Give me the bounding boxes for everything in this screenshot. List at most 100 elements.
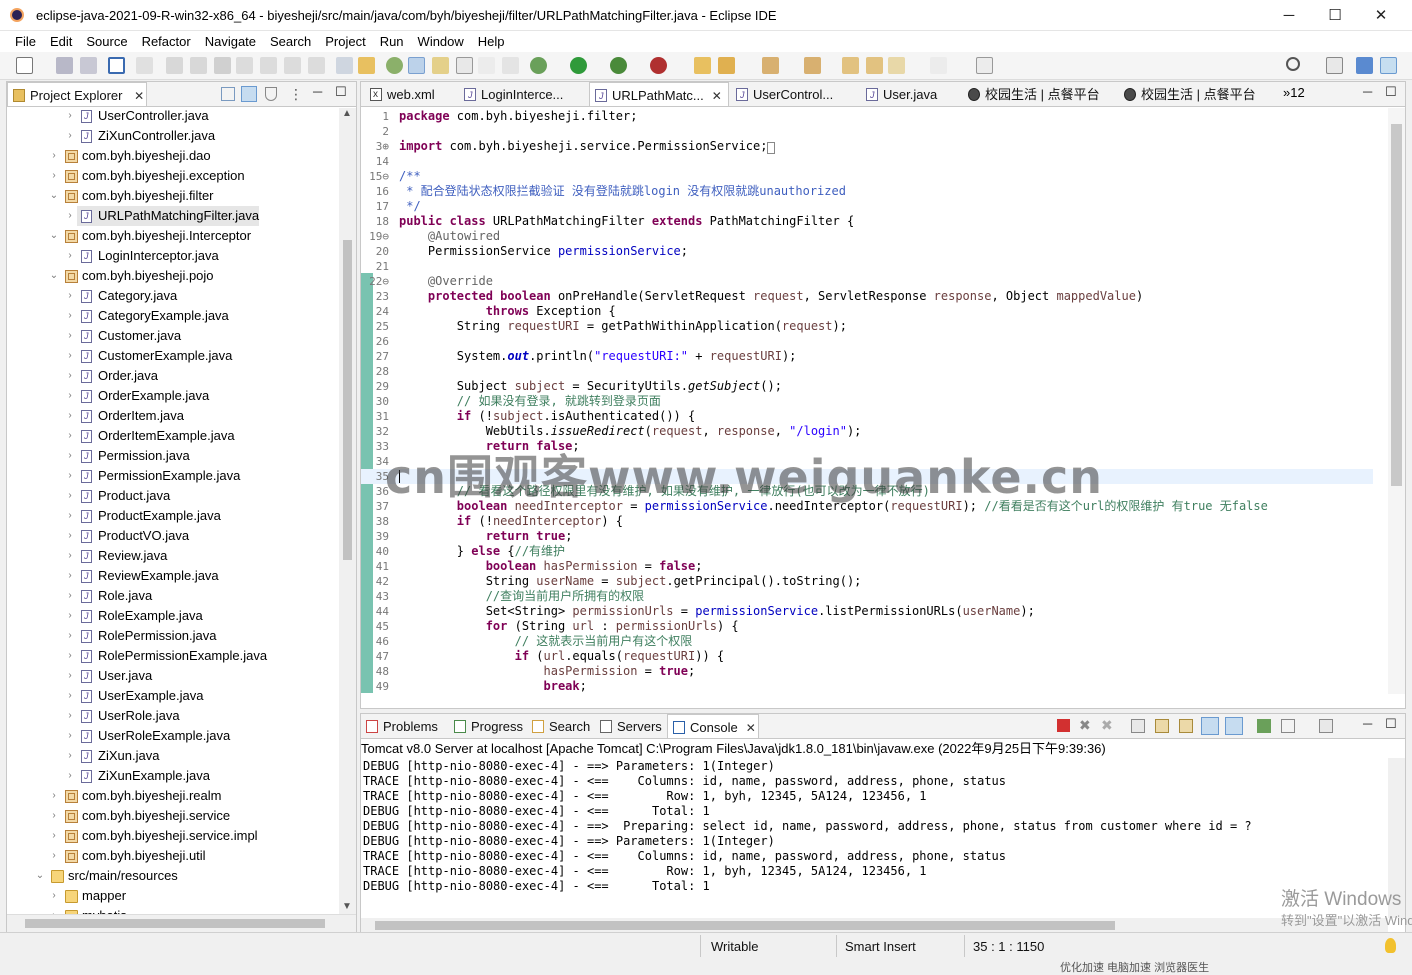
remove-launch-icon[interactable]: ✖ (1079, 717, 1091, 734)
collapse-arrow-icon[interactable]: › (65, 766, 75, 786)
step-return-icon[interactable] (308, 57, 325, 74)
explorer-vscrollbar[interactable]: ▲ ▼ (339, 108, 356, 914)
code-line[interactable]: 42 String userName = subject.getPrincipa… (361, 574, 1373, 589)
more-tabs-button[interactable]: »12 (1283, 85, 1305, 100)
menu-run[interactable]: Run (373, 32, 411, 51)
code-line[interactable]: 21 (361, 259, 1373, 274)
code-line[interactable]: 41 boolean hasPermission = false; (361, 559, 1373, 574)
menu-source[interactable]: Source (79, 32, 134, 51)
code-line[interactable]: 47 if (url.equals(requestURI)) { (361, 649, 1373, 664)
open-type-icon[interactable] (358, 57, 375, 74)
lightbulb-icon[interactable] (1385, 938, 1396, 953)
disconnect-icon[interactable] (236, 57, 253, 74)
menu-file[interactable]: File (8, 32, 43, 51)
minimize-editor-icon[interactable]: ─ (1363, 84, 1372, 99)
collapse-arrow-icon[interactable]: › (65, 406, 75, 426)
tab-search[interactable]: Search (527, 714, 593, 738)
java-ee-perspective-icon[interactable] (1356, 57, 1373, 74)
run-icon[interactable] (570, 57, 587, 74)
code-line[interactable]: 30 // 如果没有登录, 就跳转到登录页面 (361, 394, 1373, 409)
editor-tab[interactable]: User.java (861, 82, 959, 106)
tab-console[interactable]: Console ✕ (667, 714, 759, 738)
collapse-arrow-icon[interactable]: › (65, 526, 75, 546)
menu-refactor[interactable]: Refactor (135, 32, 198, 51)
code-line[interactable]: 32 WebUtils.issueRedirect(request, respo… (361, 424, 1373, 439)
run-server-icon[interactable] (610, 57, 627, 74)
collapse-arrow-icon[interactable]: › (65, 506, 75, 526)
collapse-arrow-icon[interactable]: › (65, 546, 75, 566)
use-step-filters-icon[interactable] (336, 57, 353, 74)
collapse-arrow-icon[interactable]: › (49, 846, 59, 866)
code-line[interactable]: 46 // 这就表示当前用户有这个权限 (361, 634, 1373, 649)
tab-problems[interactable]: Problems (361, 714, 445, 738)
maximize-console-icon[interactable]: ☐ (1385, 716, 1397, 732)
code-line[interactable]: 19⊖ @Autowired (361, 229, 1373, 244)
code-line[interactable]: 25 String requestURI = getPathWithinAppl… (361, 319, 1373, 334)
code-line[interactable]: 23 protected boolean onPreHandle(Servlet… (361, 289, 1373, 304)
code-line[interactable]: 18 public class URLPathMatchingFilter ext… (361, 214, 1373, 229)
collapse-arrow-icon[interactable]: › (49, 826, 59, 846)
maximize-button[interactable]: ☐ (1312, 0, 1358, 31)
explorer-scroll-thumb[interactable] (343, 240, 352, 560)
tab-project-explorer[interactable]: Project Explorer ✕ (7, 82, 147, 106)
debug-icon[interactable] (530, 57, 547, 74)
collapse-arrow-icon[interactable]: › (65, 626, 75, 646)
code-line[interactable]: 49 break; (361, 679, 1373, 694)
code-line[interactable]: 29 Subject subject = SecurityUtils.getSu… (361, 379, 1373, 394)
explorer-hscroll-thumb[interactable] (25, 919, 325, 928)
code-line[interactable]: 40 } else {//有维护 (361, 544, 1373, 559)
code-line[interactable]: 27 System.out.println("requestURI:" + re… (361, 349, 1373, 364)
filter-icon[interactable] (265, 87, 277, 101)
collapse-all-icon[interactable] (221, 87, 235, 101)
show-on-stdout-icon[interactable] (1201, 717, 1219, 735)
scroll-down-icon[interactable]: ▼ (342, 901, 352, 912)
minimize-button[interactable]: ─ (1266, 0, 1312, 31)
code-line[interactable]: 44 Set<String> permissionUrls = permissi… (361, 604, 1373, 619)
expand-arrow-icon[interactable]: ⌄ (35, 866, 45, 886)
scroll-lock-icon[interactable] (1155, 719, 1169, 733)
collapse-arrow-icon[interactable]: › (65, 326, 75, 346)
code-line[interactable]: 24 throws Exception { (361, 304, 1373, 319)
pin-editor-icon[interactable] (502, 57, 519, 74)
save-all-icon[interactable] (80, 57, 97, 74)
code-line[interactable]: 38 if (!needInterceptor) { (361, 514, 1373, 529)
collapse-arrow-icon[interactable]: › (65, 286, 75, 306)
code-line[interactable]: 1 package com.byh.biyesheji.filter; (361, 109, 1373, 124)
collapse-arrow-icon[interactable]: › (65, 426, 75, 446)
collapse-arrow-icon[interactable]: › (49, 786, 59, 806)
editor-scroll-thumb[interactable] (1391, 124, 1402, 486)
code-line[interactable]: 14 (361, 154, 1373, 169)
pin-console-icon[interactable] (1257, 719, 1271, 733)
debug-perspective-icon[interactable] (1380, 57, 1397, 74)
collapse-arrow-icon[interactable]: › (65, 246, 75, 266)
collapse-arrow-icon[interactable]: › (65, 746, 75, 766)
code-line[interactable]: 17 */ (361, 199, 1373, 214)
new-icon[interactable] (16, 57, 33, 74)
editor-vscrollbar[interactable] (1388, 108, 1405, 694)
collapse-arrow-icon[interactable]: › (65, 486, 75, 506)
collapse-arrow-icon[interactable]: › (65, 606, 75, 626)
editor-tab[interactable]: URLPathMatc... ✕ (589, 82, 729, 106)
forward-edit-icon[interactable] (866, 57, 883, 74)
code-line[interactable]: 26 (361, 334, 1373, 349)
last-edit-icon[interactable] (842, 57, 859, 74)
code-line[interactable]: 3⊕ import com.byh.biyesheji.service.Permi… (361, 139, 1373, 154)
editor-tab[interactable]: UserControl... (731, 82, 857, 106)
show-whitespace-icon[interactable] (478, 57, 495, 74)
close-window-button[interactable]: ✕ (1358, 0, 1404, 31)
maximize-editor-icon[interactable]: ☐ (1385, 84, 1397, 100)
code-line[interactable]: 15⊖ /** (361, 169, 1373, 184)
explorer-hscrollbar[interactable] (7, 914, 356, 932)
display-console-icon[interactable] (1281, 719, 1295, 733)
block-select-icon[interactable] (432, 57, 449, 74)
menu-window[interactable]: Window (411, 32, 471, 51)
clear-console-icon[interactable] (1131, 719, 1145, 733)
code-line[interactable]: 20 PermissionService permissionService; (361, 244, 1373, 259)
collapse-arrow-icon[interactable]: › (65, 386, 75, 406)
collapse-arrow-icon[interactable]: › (65, 306, 75, 326)
expand-arrow-icon[interactable]: ⌄ (49, 266, 59, 286)
collapse-arrow-icon[interactable]: › (65, 466, 75, 486)
code-line[interactable]: 2 (361, 124, 1373, 139)
tab-servers[interactable]: Servers (595, 714, 665, 738)
collapse-arrow-icon[interactable]: › (49, 906, 59, 914)
